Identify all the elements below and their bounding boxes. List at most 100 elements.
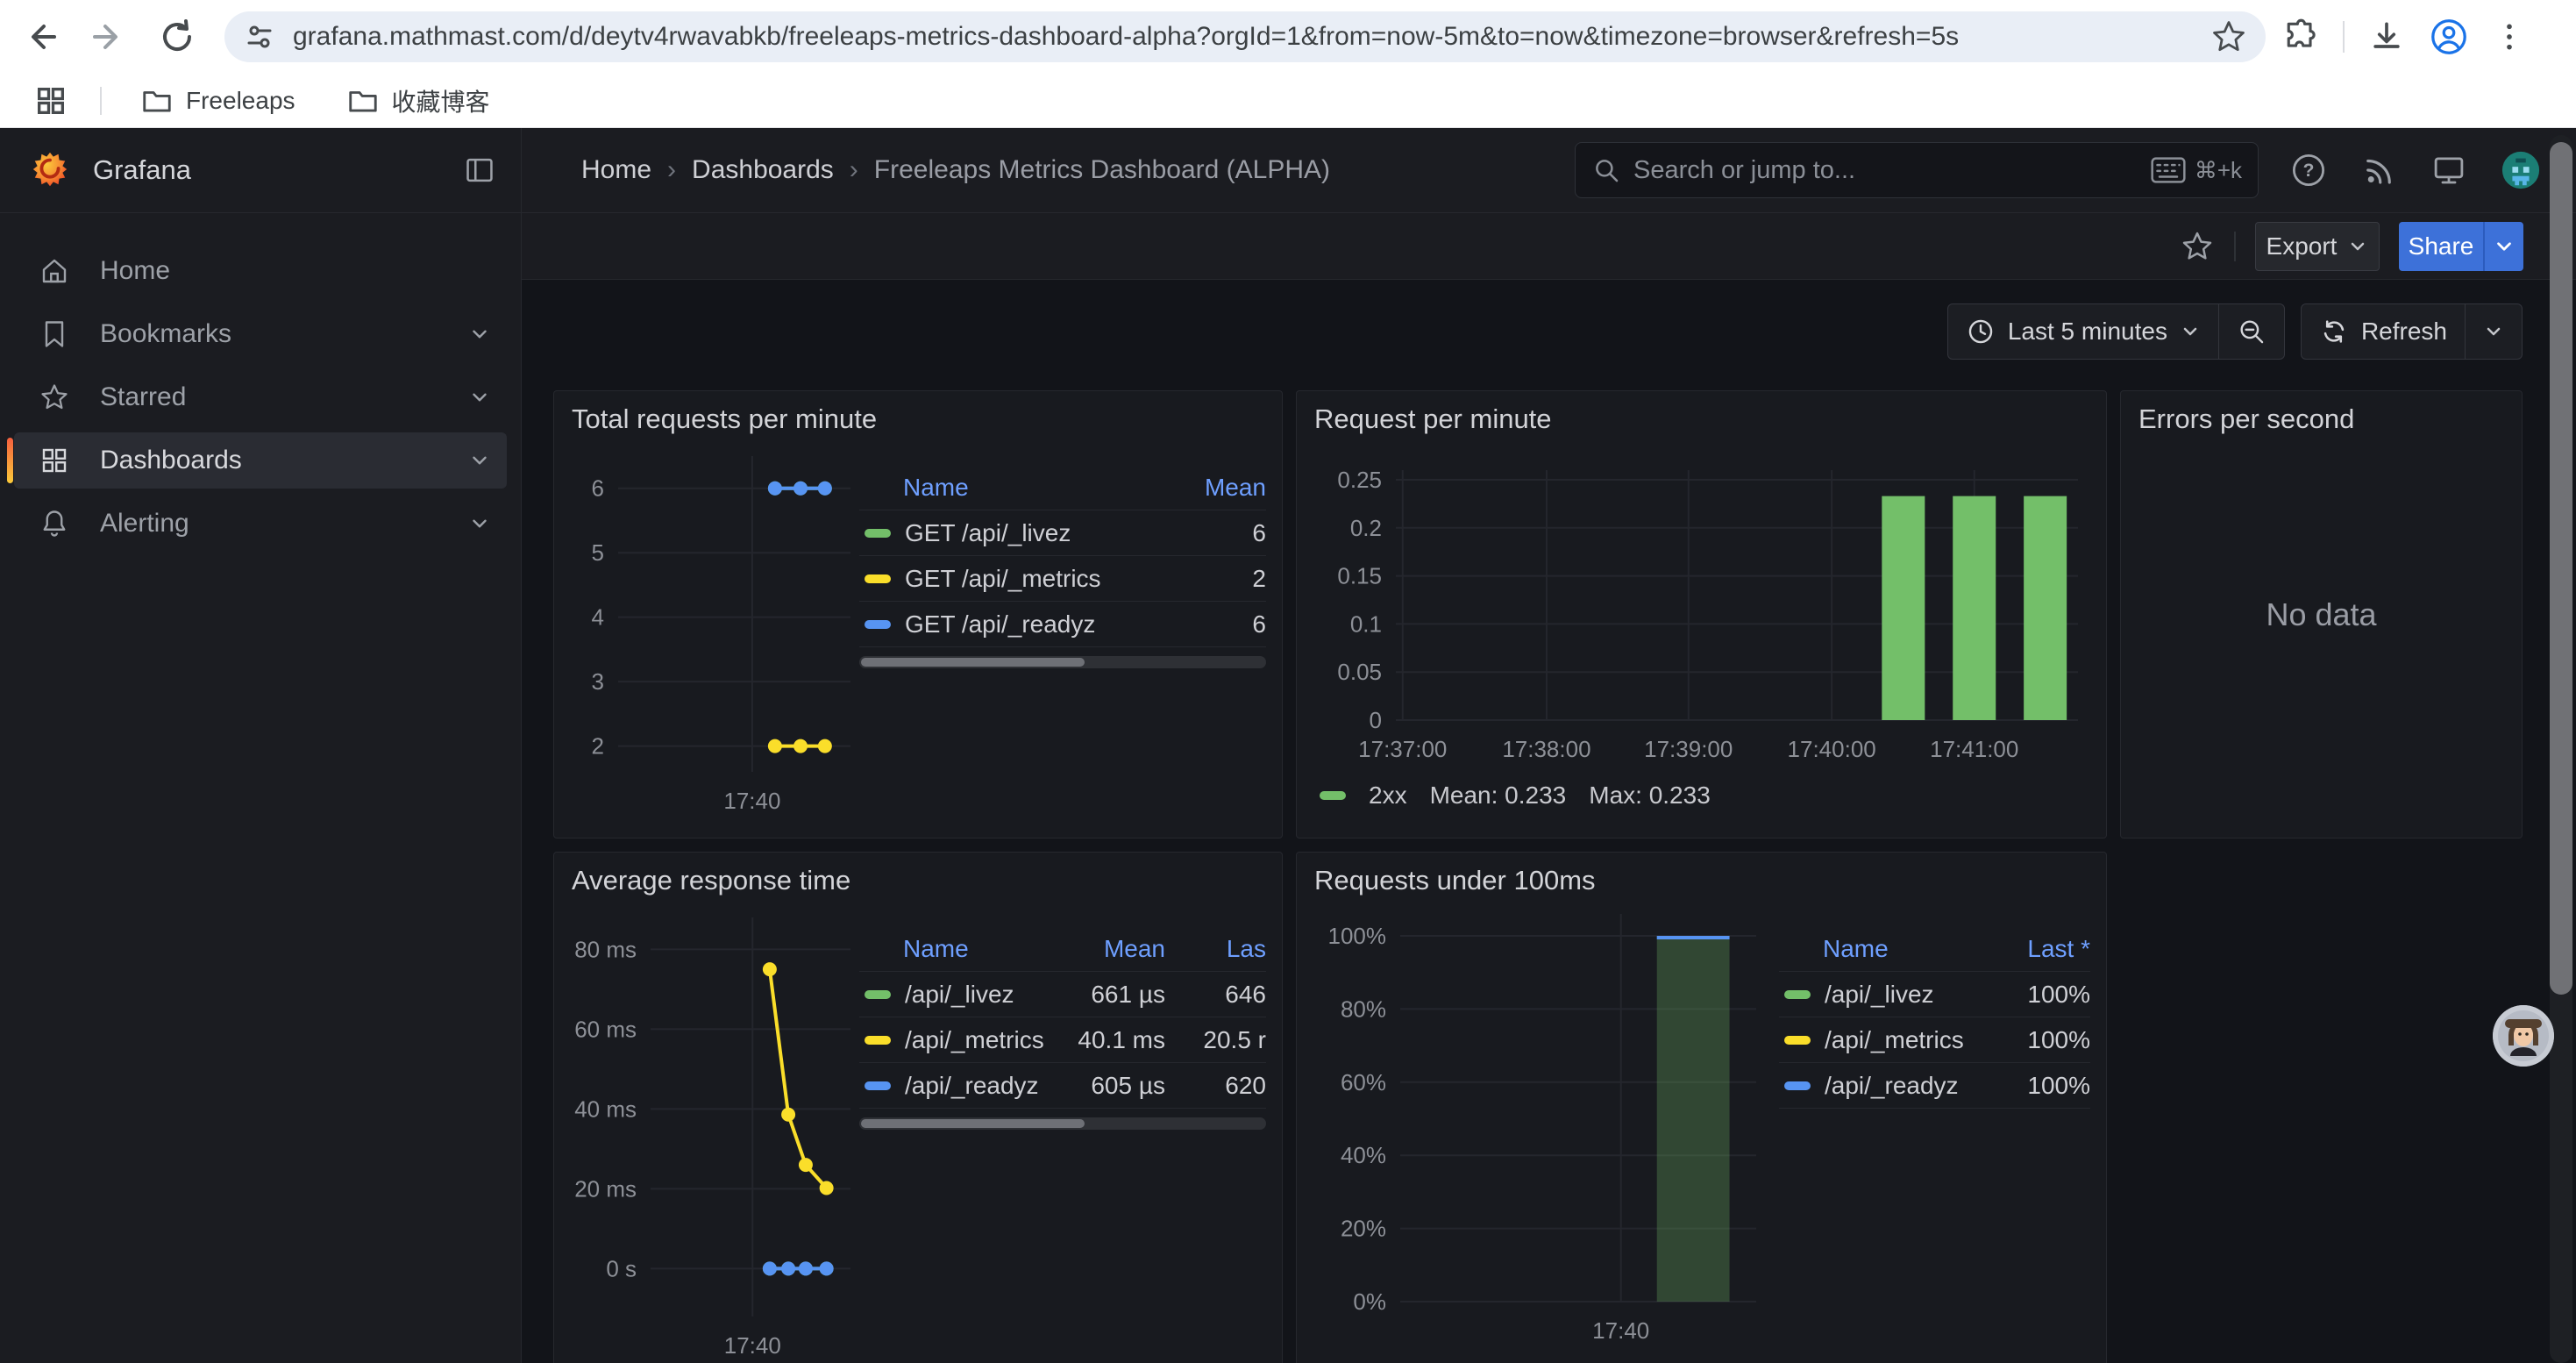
panel-requests-under-100ms: Requests under 100ms 0%20%40%60%80%100%1… <box>1296 852 2107 1363</box>
series-max-stat: Max: 0.233 <box>1589 781 1711 810</box>
forward-button[interactable] <box>81 9 137 65</box>
dock-sidebar-icon[interactable] <box>463 153 496 187</box>
zoom-out-button[interactable] <box>2218 304 2284 359</box>
refresh-button[interactable]: Refresh <box>2302 304 2465 359</box>
user-avatar[interactable] <box>2501 150 2541 190</box>
reload-button[interactable] <box>149 9 205 65</box>
panel-title[interactable]: Average response time <box>554 853 1282 900</box>
profile-icon[interactable] <box>2429 17 2469 57</box>
export-button[interactable]: Export <box>2255 222 2380 271</box>
series-name[interactable]: /api/_livez <box>905 981 1014 1009</box>
star-dashboard-icon[interactable] <box>2180 229 2215 264</box>
panel-title[interactable]: Errors per second <box>2121 391 2522 439</box>
legend-scrollbar[interactable] <box>859 656 1266 668</box>
folder-icon <box>346 84 380 118</box>
average-response-time-chart[interactable]: 0 s20 ms40 ms60 ms80 ms17:40 <box>570 900 859 1363</box>
breadcrumb-home[interactable]: Home <box>581 155 651 185</box>
request-per-minute-chart[interactable]: 00.050.10.150.20.2517:37:0017:38:0017:39… <box>1313 439 2092 776</box>
share-button[interactable]: Share <box>2399 222 2483 271</box>
legend-col-mean[interactable]: Mean <box>1152 474 1266 502</box>
sidebar-item-label: Bookmarks <box>100 319 468 349</box>
series-name[interactable]: 2xx <box>1369 781 1407 810</box>
search-input[interactable]: Search or jump to... ⌘+k <box>1575 142 2259 198</box>
panel-title[interactable]: Request per minute <box>1297 391 2106 439</box>
news-rss-icon[interactable] <box>2360 152 2397 189</box>
chevron-down-icon[interactable] <box>468 386 491 409</box>
nav-icons: ? <box>2290 150 2541 190</box>
chevron-down-icon[interactable] <box>468 323 491 346</box>
back-button[interactable] <box>12 9 68 65</box>
dashboard-actions-bar: Export Share <box>522 213 2576 280</box>
chevron-down-icon[interactable] <box>468 449 491 472</box>
legend-scrollbar-thumb[interactable] <box>861 658 1085 667</box>
svg-text:17:39:00: 17:39:00 <box>1644 736 1733 762</box>
legend-row: GET /api/_metrics 2 <box>859 556 1266 602</box>
share-caret-button[interactable] <box>2483 222 2523 271</box>
svg-text:17:40: 17:40 <box>1592 1317 1649 1344</box>
bookmark-star-icon[interactable] <box>2210 18 2248 56</box>
series-name[interactable]: /api/_livez <box>1825 981 1934 1009</box>
sidebar-item-home[interactable]: Home <box>14 243 507 299</box>
svg-text:100%: 100% <box>1328 923 1387 949</box>
sidebar-item-starred[interactable]: Starred <box>14 369 507 425</box>
chevron-down-icon[interactable] <box>468 512 491 535</box>
monitor-icon[interactable] <box>2430 152 2467 189</box>
sidebar-item-label: Dashboards <box>100 446 468 475</box>
assistant-avatar[interactable] <box>2493 1005 2554 1067</box>
site-settings-icon[interactable] <box>242 19 277 54</box>
legend-col-name[interactable]: Name <box>1779 935 1976 963</box>
bookmark-folder-blogs[interactable]: 收藏博客 <box>332 76 504 125</box>
legend-scrollbar[interactable] <box>859 1117 1266 1130</box>
panel-title[interactable]: Requests under 100ms <box>1297 853 2106 900</box>
legend-col-name[interactable]: Name <box>859 474 1152 502</box>
breadcrumb-dashboards[interactable]: Dashboards <box>692 155 834 185</box>
sidebar-item-bookmarks[interactable]: Bookmarks <box>14 306 507 362</box>
chevron-down-icon <box>2483 321 2504 342</box>
svg-text:17:41:00: 17:41:00 <box>1930 736 2018 762</box>
svg-text:17:40:00: 17:40:00 <box>1788 736 1876 762</box>
search-placeholder: Search or jump to... <box>1633 156 2151 185</box>
legend-col-last[interactable]: Las <box>1165 935 1266 963</box>
series-name[interactable]: /api/_metrics <box>1825 1026 1964 1054</box>
kebab-menu-icon[interactable] <box>2492 19 2527 54</box>
extensions-icon[interactable] <box>2281 18 2320 56</box>
series-swatch <box>865 1081 891 1090</box>
help-icon[interactable]: ? <box>2290 152 2327 189</box>
series-name[interactable]: GET /api/_metrics <box>905 565 1101 593</box>
legend-header: Name Last * <box>1779 926 2090 972</box>
requests-under-100ms-chart[interactable]: 0%20%40%60%80%100%17:40 <box>1313 900 1768 1356</box>
download-icon[interactable] <box>2367 18 2406 56</box>
dashboard-canvas: Last 5 minutes Refresh Total requests pe <box>522 280 2576 1363</box>
refresh-interval-caret[interactable] <box>2465 304 2522 359</box>
star-icon <box>39 382 70 413</box>
bookmark-folder-freeleaps[interactable]: Freeleaps <box>126 77 310 125</box>
panel-title[interactable]: Total requests per minute <box>554 391 1282 439</box>
series-name[interactable]: /api/_readyz <box>1825 1072 1959 1100</box>
time-range-picker[interactable]: Last 5 minutes <box>1948 304 2218 359</box>
sidebar-item-dashboards[interactable]: Dashboards <box>14 432 507 489</box>
legend-row: /api/_livez 661 µs 646 <box>859 972 1266 1017</box>
series-swatch <box>1784 1036 1811 1045</box>
series-name[interactable]: GET /api/_livez <box>905 519 1071 547</box>
series-name[interactable]: /api/_readyz <box>905 1072 1039 1100</box>
sidebar-item-alerting[interactable]: Alerting <box>14 496 507 552</box>
svg-text:0%: 0% <box>1353 1288 1386 1315</box>
legend-col-last[interactable]: Last * <box>1976 935 2090 963</box>
legend-col-mean[interactable]: Mean <box>1051 935 1165 963</box>
apps-grid-button[interactable] <box>23 73 79 129</box>
legend-scrollbar-thumb[interactable] <box>861 1119 1085 1128</box>
svg-text:60 ms: 60 ms <box>574 1016 637 1042</box>
legend-col-name[interactable]: Name <box>859 935 1051 963</box>
series-name[interactable]: GET /api/_readyz <box>905 610 1095 639</box>
url-text[interactable]: grafana.mathmast.com/d/deytv4rwavabkb/fr… <box>293 22 2210 52</box>
series-swatch <box>865 990 891 999</box>
series-name[interactable]: /api/_metrics <box>905 1026 1044 1054</box>
series-mean-stat: Mean: 0.233 <box>1430 781 1567 810</box>
svg-text:80 ms: 80 ms <box>574 936 637 962</box>
series-mean: 6 <box>1152 610 1266 639</box>
page-scrollbar-thumb[interactable] <box>2550 142 2572 995</box>
legend-header: Name Mean Las <box>859 926 1266 972</box>
url-bar[interactable]: grafana.mathmast.com/d/deytv4rwavabkb/fr… <box>224 11 2266 62</box>
total-requests-chart[interactable]: 2345617:40 <box>570 439 859 820</box>
svg-text:0.05: 0.05 <box>1337 659 1382 685</box>
